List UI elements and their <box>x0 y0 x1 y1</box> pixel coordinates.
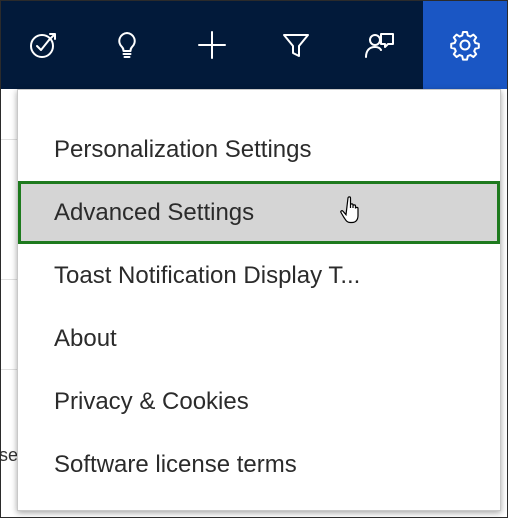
menu-item-software-license-terms[interactable]: Software license terms <box>18 433 500 496</box>
settings-button[interactable] <box>422 1 507 89</box>
lightbulb-icon <box>118 32 137 58</box>
menu-item-label: About <box>54 324 117 352</box>
menu-item-label: Toast Notification Display T... <box>54 261 361 289</box>
filter-icon <box>283 34 310 57</box>
lightbulb-button[interactable] <box>85 1 169 89</box>
new-record-button[interactable] <box>170 1 254 89</box>
settings-menu: Personalization Settings Advanced Settin… <box>17 89 501 511</box>
top-navigation-bar <box>1 1 507 89</box>
filter-button[interactable] <box>254 1 338 89</box>
background-partial-text: se <box>0 445 19 465</box>
plus-icon <box>197 31 226 59</box>
menu-item-personalization-settings[interactable]: Personalization Settings <box>18 118 500 181</box>
menu-item-label: Privacy & Cookies <box>54 387 249 415</box>
menu-item-advanced-settings[interactable]: Advanced Settings <box>18 181 500 244</box>
menu-item-toast-notification[interactable]: Toast Notification Display T... <box>18 244 500 307</box>
screenshot-frame: se Personalization Settings Advanced Set… <box>0 0 508 518</box>
hand-pointer-icon <box>340 196 359 224</box>
assistant-button[interactable] <box>338 1 422 89</box>
menu-item-about[interactable]: About <box>18 307 500 370</box>
task-flow-button[interactable] <box>1 1 85 89</box>
menu-item-label: Personalization Settings <box>54 135 312 163</box>
menu-item-privacy-cookies[interactable]: Privacy & Cookies <box>18 370 500 433</box>
task-flow-icon <box>30 33 57 58</box>
menu-item-label: Software license terms <box>54 450 297 478</box>
assistant-icon <box>365 33 395 58</box>
gear-icon <box>449 31 480 61</box>
menu-item-label: Advanced Settings <box>54 198 255 226</box>
